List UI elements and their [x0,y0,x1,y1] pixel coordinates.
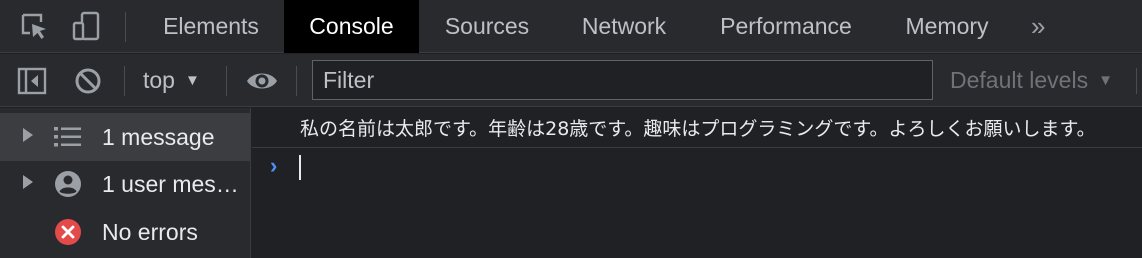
console-toolbar: top ▼ Default levels ▼ [0,54,1142,107]
error-icon [53,218,83,246]
sidebar-item-messages[interactable]: 1 message [0,113,250,161]
user-icon [53,170,83,198]
toolbar-separator [124,66,125,96]
filter-input[interactable] [313,61,932,99]
tab-memory[interactable]: Memory [879,0,1015,53]
log-levels-label: Default levels [950,67,1089,93]
list-icon [53,123,83,151]
live-expression-eye-icon[interactable] [244,63,280,99]
sidebar-item-label: 1 message [102,123,215,150]
console-input-caret[interactable] [299,155,301,180]
context-selector[interactable]: top ▼ [143,54,200,107]
sidebar-item-user-messages[interactable]: 1 user messages [0,160,250,208]
console-prompt-icon: › [270,153,278,178]
devtools-tab-bar: Elements Console Sources Network Perform… [0,0,1142,53]
log-levels-dropdown[interactable]: Default levels ▼ [950,54,1113,107]
tab-sources[interactable]: Sources [419,0,555,53]
inspect-element-icon[interactable] [16,8,52,44]
dropdown-triangle-icon: ▼ [1098,72,1113,89]
sidebar-toggle-icon[interactable] [14,63,50,99]
expand-arrow-icon[interactable] [23,175,33,189]
expand-arrow-icon[interactable] [23,128,33,142]
console-log-message: 私の名前は太郎です。年齢は28歳です。趣味はプログラミングです。よろしくお願いし… [252,108,1142,148]
toolbar-separator [1136,68,1137,94]
sidebar-item-label: No errors [102,218,198,245]
context-selector-label: top [143,67,175,93]
device-toolbar-icon[interactable] [68,8,104,44]
toolbar-separator [226,66,227,96]
more-tabs-chevron-icon[interactable]: » [1031,0,1046,53]
clear-console-icon[interactable] [70,63,106,99]
tab-console[interactable]: Console [284,0,419,53]
dropdown-triangle-icon: ▼ [184,72,200,89]
console-output: 私の名前は太郎です。年齢は28歳です。趣味はプログラミングです。よろしくお願いし… [252,108,1142,258]
filter-box[interactable] [312,60,933,100]
tab-performance[interactable]: Performance [693,0,879,53]
console-sidebar: 1 message 1 user messages No errors [0,108,251,258]
sidebar-item-errors[interactable]: No errors [0,208,250,256]
tab-elements[interactable]: Elements [138,0,284,53]
tab-network[interactable]: Network [555,0,693,53]
sidebar-item-label: 1 user messages [102,170,248,197]
console-log-text: 私の名前は太郎です。年齢は28歳です。趣味はプログラミングです。よろしくお願いし… [300,118,1096,140]
tab-bar-separator [125,12,126,42]
toolbar-separator [296,66,297,96]
